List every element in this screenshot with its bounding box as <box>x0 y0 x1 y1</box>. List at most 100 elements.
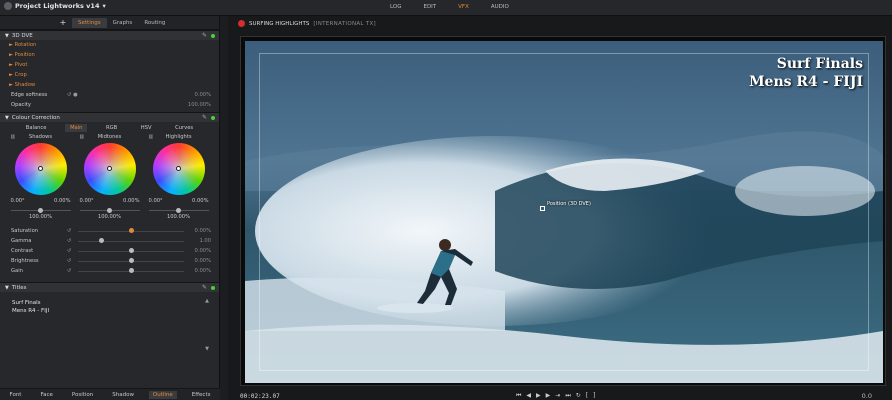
level-slider[interactable] <box>148 208 209 213</box>
skip-end-icon[interactable]: ⏭ <box>565 392 570 400</box>
prop-gain[interactable]: Gain ↺ 0.00% <box>0 266 219 276</box>
prop-brightness[interactable]: Brightness ↺ 0.00% <box>0 256 219 266</box>
dve-item-crop[interactable]: ► Crop <box>0 70 219 80</box>
prop-value[interactable]: 1.00 <box>199 236 211 246</box>
hue-value[interactable]: 0.00° <box>149 198 163 204</box>
tab-position[interactable]: Position <box>68 391 97 399</box>
prop-contrast[interactable]: Contrast ↺ 0.00% <box>0 246 219 256</box>
section-titles[interactable]: ▼ Titles ✎ <box>0 282 219 292</box>
add-effect-button[interactable]: + <box>54 18 72 27</box>
tab-font[interactable]: Font <box>5 391 25 399</box>
collapse-triangle-icon[interactable]: ▼ <box>5 285 9 291</box>
nav-audio[interactable]: AUDIO <box>491 4 509 10</box>
graph-icon[interactable]: ▥ <box>11 134 16 140</box>
enabled-indicator[interactable] <box>211 34 215 38</box>
dve-item-rotation[interactable]: ► Rotation <box>0 40 219 50</box>
tab-effects[interactable]: Effects <box>188 391 215 399</box>
section-colour-correction[interactable]: ▼ Colour Correction ✎ <box>0 112 219 122</box>
prop-value[interactable]: 0.00% <box>195 246 211 256</box>
dve-item-shadow[interactable]: ► Shadow <box>0 80 219 90</box>
prop-gamma[interactable]: Gamma ↺ 1.00 <box>0 236 219 246</box>
slider-knob[interactable] <box>129 258 134 263</box>
colour-wheel[interactable] <box>14 143 67 195</box>
nav-log[interactable]: LOG <box>390 4 401 10</box>
slider-knob[interactable] <box>106 208 112 213</box>
keyframe-icon[interactable]: ✎ <box>202 114 207 121</box>
tab-curves[interactable]: Curves <box>170 124 198 132</box>
tab-main[interactable]: Main <box>65 123 88 132</box>
level-value[interactable]: 100.00% <box>29 214 52 220</box>
keyframe-icon[interactable]: ✎ <box>202 284 207 291</box>
record-icon[interactable] <box>238 20 245 27</box>
keyframe-icon[interactable]: ✎ <box>202 32 207 39</box>
nav-vfx[interactable]: VFX <box>458 4 469 10</box>
level-slider[interactable] <box>10 208 71 213</box>
colour-wheel[interactable] <box>83 143 136 195</box>
tab-balance[interactable]: Balance <box>21 124 52 132</box>
collapse-triangle-icon[interactable]: ▼ <box>5 115 9 121</box>
reset-icon[interactable]: ↺ <box>67 256 71 266</box>
prop-opacity[interactable]: Opacity 100.00% <box>0 100 219 110</box>
hue-value[interactable]: 0.00° <box>80 198 94 204</box>
slider-track[interactable] <box>78 241 184 242</box>
section-3d-dve[interactable]: ▼ 3D DVE ✎ <box>0 30 219 40</box>
wheel-handle[interactable] <box>106 166 112 171</box>
enabled-indicator[interactable] <box>211 286 215 290</box>
tab-routing[interactable]: Routing <box>138 18 171 28</box>
tab-graphs[interactable]: Graphs <box>107 18 139 28</box>
timecode-display[interactable]: 00:02:23.07 <box>240 393 280 400</box>
title-text-editor[interactable]: Surf Finals Mens R4 - FIJI ▲ ▼ <box>6 295 213 355</box>
prop-value[interactable]: 0.00% <box>195 266 211 276</box>
step-back-icon[interactable]: ◀ <box>526 392 531 400</box>
project-menu[interactable]: Project Lightworks v14 ▾ <box>4 2 106 10</box>
title-overlay[interactable]: Surf Finals Mens R4 - FIJI <box>749 55 863 91</box>
enabled-indicator[interactable] <box>211 116 215 120</box>
reset-icon[interactable]: ↺ <box>67 236 71 246</box>
level-value[interactable]: 100.00% <box>167 214 190 220</box>
dve-item-pivot[interactable]: ► Pivot <box>0 60 219 70</box>
level-slider[interactable] <box>79 208 140 213</box>
dve-item-position[interactable]: ► Position <box>0 50 219 60</box>
tab-settings[interactable]: Settings <box>72 17 107 28</box>
position-handle[interactable] <box>540 206 545 211</box>
collapse-triangle-icon[interactable]: ▼ <box>5 33 9 39</box>
prop-value[interactable]: 0.00% <box>195 90 211 100</box>
sat-value[interactable]: 0.00% <box>54 198 70 204</box>
slider-knob[interactable] <box>99 238 105 243</box>
loop-icon[interactable]: ↻ <box>576 392 581 400</box>
slider-knob[interactable] <box>129 268 134 273</box>
wheel-handle[interactable] <box>175 166 181 171</box>
slider-knob[interactable] <box>37 208 43 213</box>
hue-value[interactable]: 0.00° <box>11 198 25 204</box>
sat-value[interactable]: 0.00% <box>123 198 139 204</box>
tab-rgb[interactable]: RGB <box>101 124 122 132</box>
nav-edit[interactable]: EDIT <box>423 4 436 10</box>
colour-wheel[interactable] <box>152 143 205 195</box>
title-line[interactable]: Mens R4 - FIJI <box>12 307 207 315</box>
reset-icon[interactable]: ↺ <box>67 226 71 236</box>
title-line[interactable]: Surf Finals <box>12 299 207 307</box>
graph-icon[interactable]: ▥ <box>149 134 154 140</box>
reset-icon[interactable]: ↺ ● <box>67 90 78 100</box>
level-value[interactable]: 100.00% <box>98 214 121 220</box>
prop-value[interactable]: 0.00% <box>195 256 211 266</box>
tab-outline[interactable]: Outline <box>148 390 177 399</box>
reset-icon[interactable]: ↺ <box>67 266 71 276</box>
scroll-down-icon[interactable]: ▼ <box>205 345 209 353</box>
step-forward-icon[interactable]: ▶ <box>546 392 551 400</box>
slider-knob[interactable] <box>175 208 181 213</box>
tab-face[interactable]: Face <box>36 391 56 399</box>
wheel-handle[interactable] <box>37 166 43 171</box>
tab-shadow[interactable]: Shadow <box>108 391 138 399</box>
slider-knob[interactable] <box>129 228 134 233</box>
prop-saturation[interactable]: Saturation ↺ 0.00% <box>0 226 219 236</box>
fast-forward-icon[interactable]: ⇥ <box>555 392 560 400</box>
slider-knob[interactable] <box>129 248 134 253</box>
tab-hsv[interactable]: HSV <box>136 124 157 132</box>
mark-in-icon[interactable]: [ <box>586 392 588 400</box>
scroll-up-icon[interactable]: ▲ <box>205 297 209 305</box>
reset-icon[interactable]: ↺ <box>67 246 71 256</box>
prop-edge-softness[interactable]: Edge softness ↺ ● 0.00% <box>0 90 219 100</box>
mark-out-icon[interactable]: ] <box>593 392 595 400</box>
prop-value[interactable]: 0.00% <box>195 226 211 236</box>
